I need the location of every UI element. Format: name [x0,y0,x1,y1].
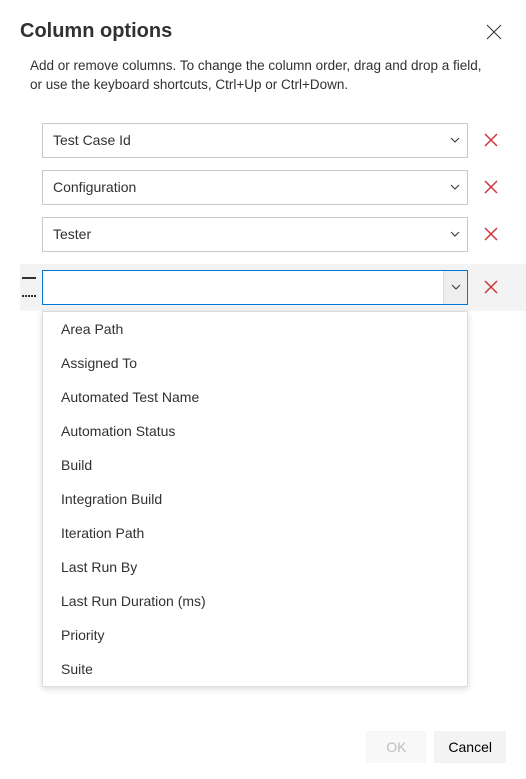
dropdown-option[interactable]: Suite [43,652,467,686]
x-icon [483,279,499,295]
column-select-value: Configuration [53,179,136,195]
close-button[interactable] [482,20,506,47]
dropdown-option[interactable]: Last Run Duration (ms) [43,584,467,618]
column-dropdown: Area Path Assigned To Automated Test Nam… [42,311,468,687]
column-row-active: Area Path Assigned To Automated Test Nam… [20,264,526,311]
column-row: Tester [42,217,506,252]
dialog-description: Add or remove columns. To change the col… [20,57,506,95]
column-select-input[interactable] [42,270,468,305]
dropdown-option[interactable]: Assigned To [43,346,467,380]
chevron-down-icon [443,218,467,251]
column-select-value: Test Case Id [53,132,131,148]
x-icon [483,132,499,148]
column-rows: Test Case Id Configuration Tes [20,123,506,311]
chevron-down-icon[interactable] [443,271,467,304]
column-row: Test Case Id [42,123,506,158]
dropdown-option[interactable]: Automated Test Name [43,380,467,414]
dropdown-option[interactable]: Last Run By [43,550,467,584]
column-select[interactable]: Tester [42,217,468,252]
close-icon [486,24,502,40]
dialog-footer: OK Cancel [20,731,506,779]
remove-column-button[interactable] [476,170,506,205]
dialog-title: Column options [20,20,172,43]
ok-button[interactable]: OK [366,731,426,763]
chevron-down-icon [443,171,467,204]
dropdown-option[interactable]: Iteration Path [43,516,467,550]
column-input[interactable] [53,279,443,295]
column-select[interactable]: Configuration [42,170,468,205]
column-select-value: Tester [53,226,91,242]
dropdown-option[interactable]: Integration Build [43,482,467,516]
dropdown-option[interactable]: Build [43,448,467,482]
column-select[interactable]: Test Case Id [42,123,468,158]
column-row: Configuration [42,170,506,205]
remove-column-button[interactable] [476,123,506,158]
column-options-dialog: Column options Add or remove columns. To… [0,0,526,779]
dropdown-option[interactable]: Area Path [43,312,467,346]
remove-column-button[interactable] [476,217,506,252]
drag-handle-icon[interactable] [22,277,36,297]
x-icon [483,226,499,242]
chevron-down-icon [443,124,467,157]
dropdown-option[interactable]: Automation Status [43,414,467,448]
dialog-header: Column options [20,20,506,47]
remove-column-button[interactable] [476,270,506,305]
dropdown-option[interactable]: Priority [43,618,467,652]
cancel-button[interactable]: Cancel [434,731,506,763]
x-icon [483,179,499,195]
